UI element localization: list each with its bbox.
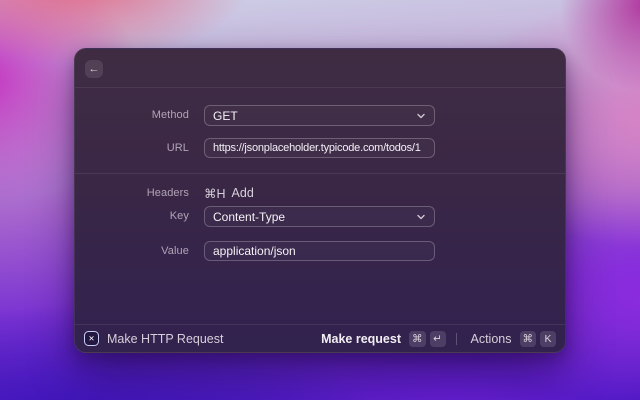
header-key-value: Content-Type [213,209,286,224]
desktop-wallpaper: ← Method GET URL Headers ⌘H Add Key Cont… [0,0,640,400]
action-bar: ✕ Make HTTP Request Make request ⌘ ↵ Act… [75,324,565,352]
k-key-badge: K [540,330,556,347]
method-select[interactable]: GET [204,105,435,126]
extension-icon: ✕ [84,331,99,346]
section-divider [75,173,565,174]
window-header: ← [75,49,565,88]
header-key-select[interactable]: Content-Type [204,206,435,227]
add-header-button[interactable]: ⌘H Add [204,185,254,201]
method-value: GET [213,108,238,123]
url-input[interactable] [204,138,435,158]
extension-icon-glyph: ✕ [88,334,95,343]
return-key-badge: ↵ [429,330,446,347]
add-header-label: Add [231,186,254,200]
command-key-badge: ⌘ [409,330,426,347]
header-key-label: Key [169,210,189,222]
http-request-window: ← Method GET URL Headers ⌘H Add Key Cont… [74,48,566,353]
make-request-button[interactable]: Make request [321,332,401,346]
header-value-input[interactable] [204,241,435,261]
back-button[interactable]: ← [85,60,103,78]
extension-title: Make HTTP Request [107,331,224,346]
command-key-badge: ⌘ [519,330,536,347]
chevron-down-icon [417,214,425,219]
chevron-down-icon [417,113,425,118]
url-label: URL [166,142,189,154]
action-bar-right: Make request ⌘ ↵ Actions ⌘ K [321,330,556,347]
headers-label: Headers [146,187,189,199]
back-arrow-icon: ← [88,62,100,75]
footer-separator [455,332,457,345]
add-header-shortcut: ⌘H [204,186,226,201]
actions-button[interactable]: Actions [471,332,512,346]
method-label: Method [151,109,189,121]
header-value-label: Value [161,245,189,257]
